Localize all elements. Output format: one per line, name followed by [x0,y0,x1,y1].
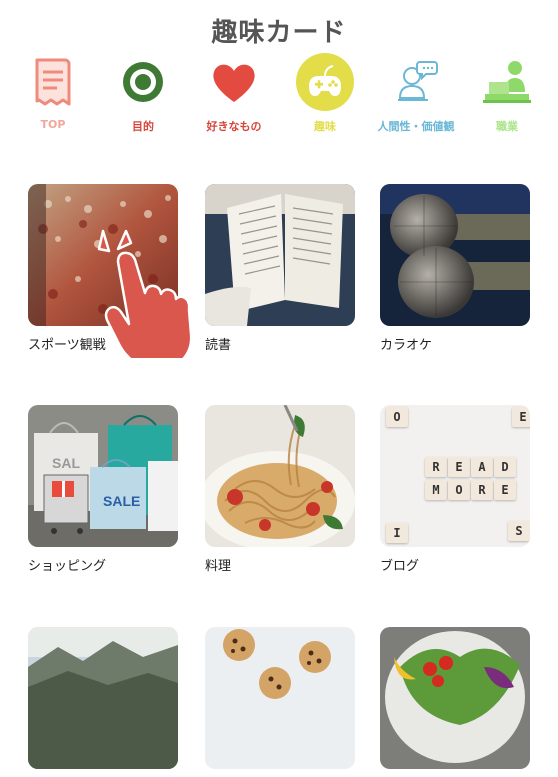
letter-tile: E [448,457,470,477]
target-icon [113,52,173,112]
card-label: 料理 [205,559,232,574]
tab-label: TOP [40,118,66,131]
letter-tile: S [508,521,530,541]
tab-purpose[interactable]: 目的 [97,52,189,134]
letter-tile: R [425,457,447,477]
card-image-shopping-bags: SAL SALE [28,405,178,547]
hobby-card-cookies[interactable] [205,627,355,777]
card-label: ショッピング [28,559,107,574]
card-image-book [205,184,355,326]
tab-top[interactable]: TOP [7,52,99,131]
tap-hand-icon [92,228,210,372]
letter-tile: I [386,523,408,543]
heart-icon [204,52,264,112]
hobby-card-reading[interactable]: 読書 [205,184,355,353]
hobby-card-cooking[interactable]: 料理 [205,405,355,574]
category-tabs: TOP 目的 好きなもの 趣味 人間性・価値観 職業 [0,52,558,136]
page-title: 趣味カード [211,18,347,48]
card-image-letter-tiles: O E R E A D M O R E I S [380,405,530,547]
letter-tile: E [512,407,530,427]
tab-label: 人間性・価値観 [377,120,455,133]
worker-desk-icon [477,52,537,112]
card-image-mountains [28,627,178,769]
hobby-card-salad[interactable] [380,627,530,777]
hobby-card-mountains[interactable] [28,627,178,777]
tab-label: 趣味 [314,120,336,133]
card-image-cookies [205,627,355,769]
tab-label: 好きなもの [206,120,262,133]
bag-text-partial: SAL [52,455,80,471]
document-icon [23,52,83,112]
tab-personality[interactable]: 人間性・価値観 [370,52,462,134]
gamepad-icon [295,52,355,112]
tab-occupation[interactable]: 職業 [461,52,553,134]
tab-favorites[interactable]: 好きなもの [188,52,280,134]
letter-tile: R [471,480,493,500]
card-label: ブログ [380,559,420,574]
letter-tile: A [471,457,493,477]
tab-hobby[interactable]: 趣味 [279,52,371,134]
card-image-salad [380,627,530,769]
letter-tile: O [448,480,470,500]
card-image-microphones [380,184,530,326]
bag-text-sale: SALE [103,493,141,509]
hobby-card-karaoke[interactable]: カラオケ [380,184,530,353]
card-image-pasta [205,405,355,547]
letter-tile: M [425,480,447,500]
letter-tile: O [386,407,408,427]
tab-label: 目的 [132,120,154,133]
letter-tile: D [494,457,516,477]
hobby-card-shopping[interactable]: SAL SALE ショッピング [28,405,178,574]
tab-label: 職業 [496,120,518,133]
card-label: 読書 [205,338,232,353]
card-label: カラオケ [380,338,433,353]
person-chat-icon [386,52,446,112]
letter-tile: E [494,480,516,500]
hobby-card-blog[interactable]: O E R E A D M O R E I S ブログ [380,405,530,574]
